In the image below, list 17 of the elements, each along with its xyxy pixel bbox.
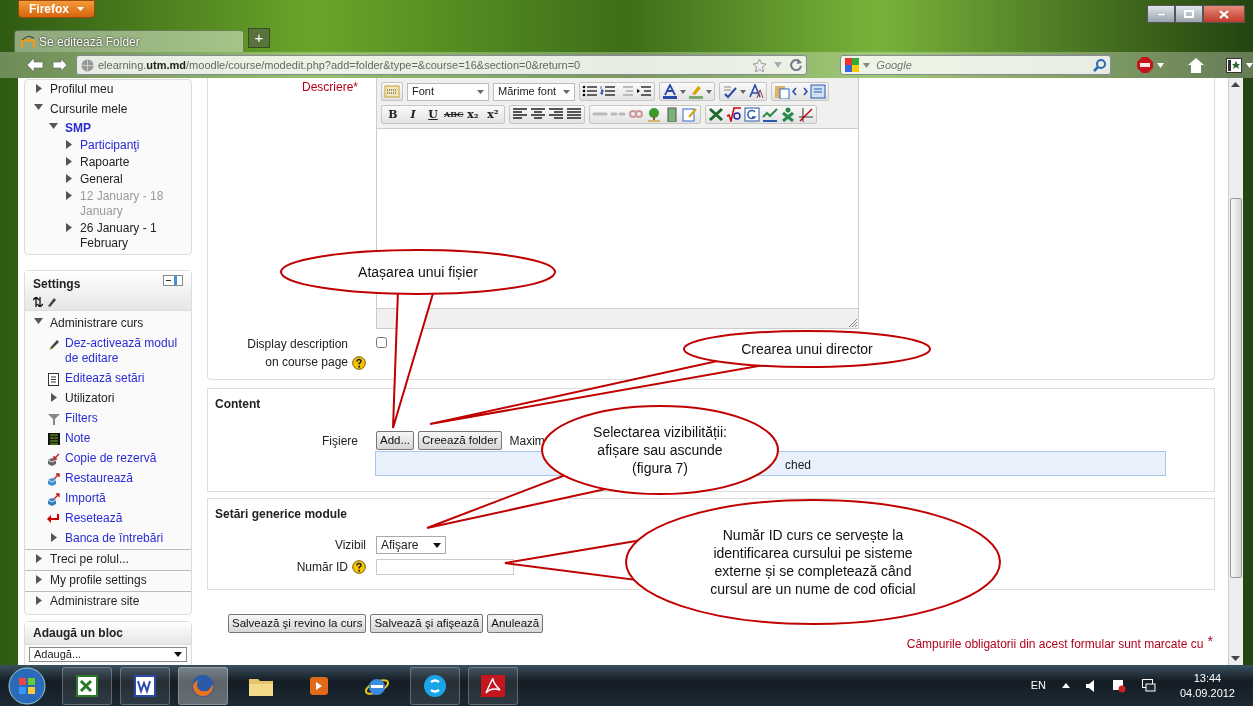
required-fields-note: Câmpurile obligatorii din acest formular sunt marcate cu <box>906 636 1204 653</box>
callout-text: Crearea unui director <box>740 340 874 358</box>
callout-text: Selectarea vizibilității: afișare sau ascunde (figura 7) <box>592 423 728 477</box>
block-title: Settings <box>33 276 81 293</box>
callout-text: Atașarea unui fișier <box>357 263 479 281</box>
block-title: Adaugă un bloc <box>33 626 123 640</box>
field-label: Vizibil <box>334 538 366 552</box>
field-label: Fişiere <box>322 433 358 448</box>
callout-text: Număr ID curs ce servește la identificarea cursului pe sisteme externe și se completează când cursul are un nume de cod oficial <box>709 526 917 598</box>
field-label: Descriere <box>301 80 354 94</box>
required-mark: * <box>1207 635 1213 651</box>
field-label: Display description on course page <box>246 336 348 371</box>
section-legend: Setări generice module <box>208 499 1214 529</box>
field-label: Număr ID <box>296 559 348 576</box>
required-mark: * <box>353 80 358 94</box>
file-size-note: Maxim <box>509 432 545 450</box>
section-legend: Content <box>208 389 1214 419</box>
